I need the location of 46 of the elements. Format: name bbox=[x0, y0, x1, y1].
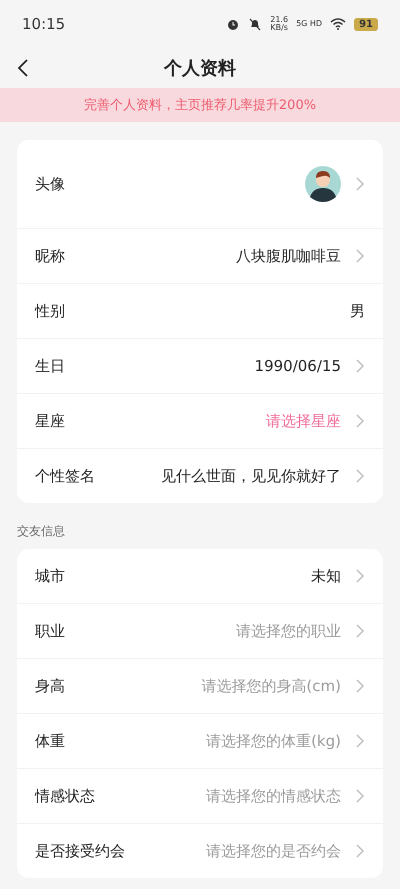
profile-row[interactable]: 性别 男 bbox=[17, 284, 383, 339]
page-title: 个人资料 bbox=[164, 57, 236, 80]
row-value: 见什么世面，见见你就好了 bbox=[161, 466, 341, 486]
profile-row[interactable]: 是否接受约会 请选择您的是否约会 bbox=[17, 824, 383, 878]
row-value: 1990/06/15 bbox=[254, 357, 341, 375]
profile-row[interactable]: 情感状态 请选择您的情感状态 bbox=[17, 769, 383, 824]
promo-banner: 完善个人资料，主页推荐几率提升200% bbox=[0, 88, 400, 122]
row-label: 是否接受约会 bbox=[35, 842, 126, 860]
row-value: 请选择您的体重(kg) bbox=[206, 732, 341, 750]
row-label: 职业 bbox=[35, 622, 66, 640]
row-label: 昵称 bbox=[35, 246, 66, 266]
profile-row[interactable]: 头像 bbox=[17, 140, 383, 229]
row-label: 头像 bbox=[35, 174, 66, 194]
row-label: 体重 bbox=[35, 732, 66, 750]
row-value: 请选择星座 bbox=[266, 412, 341, 430]
section-title: 交友信息 bbox=[16, 523, 66, 540]
row-value: 未知 bbox=[311, 566, 341, 586]
profile-row[interactable]: 个性签名 见什么世面，见见你就好了 bbox=[17, 449, 383, 503]
status-time: 10:15 bbox=[22, 15, 66, 33]
bell-off-icon bbox=[248, 17, 262, 31]
row-value: 请选择您的职业 bbox=[236, 622, 341, 640]
wifi-icon bbox=[330, 18, 346, 30]
alarm-icon bbox=[226, 17, 240, 31]
profile-row[interactable]: 生日 1990/06/15 bbox=[17, 339, 383, 394]
network-type: 5G HD bbox=[296, 20, 322, 28]
profile-row[interactable]: 职业 请选择您的职业 bbox=[17, 604, 383, 659]
row-label: 星座 bbox=[35, 412, 66, 430]
battery-level: 91 bbox=[354, 18, 378, 30]
profile-row[interactable]: 星座 请选择星座 bbox=[17, 394, 383, 449]
row-value: 八块腹肌咖啡豆 bbox=[236, 246, 341, 266]
profile-row[interactable]: 昵称 八块腹肌咖啡豆 bbox=[17, 229, 383, 284]
row-value: 请选择您的情感状态 bbox=[206, 786, 341, 806]
row-label: 个性签名 bbox=[35, 466, 96, 486]
row-label: 生日 bbox=[35, 356, 66, 376]
profile-row[interactable]: 身高 请选择您的身高(cm) bbox=[17, 659, 383, 714]
row-label: 身高 bbox=[35, 676, 66, 696]
network-speed: 21.6 KB/s bbox=[270, 16, 288, 32]
avatar-icon bbox=[305, 166, 341, 202]
profile-row[interactable]: 体重 请选择您的体重(kg) bbox=[17, 714, 383, 769]
row-value: 请选择您的是否约会 bbox=[206, 842, 341, 860]
row-value: 男 bbox=[350, 302, 365, 320]
row-label: 性别 bbox=[35, 302, 66, 320]
row-label: 情感状态 bbox=[35, 786, 96, 806]
profile-row[interactable]: 城市 未知 bbox=[17, 549, 383, 604]
row-label: 城市 bbox=[35, 566, 66, 586]
row-value: 请选择您的身高(cm) bbox=[201, 676, 341, 696]
